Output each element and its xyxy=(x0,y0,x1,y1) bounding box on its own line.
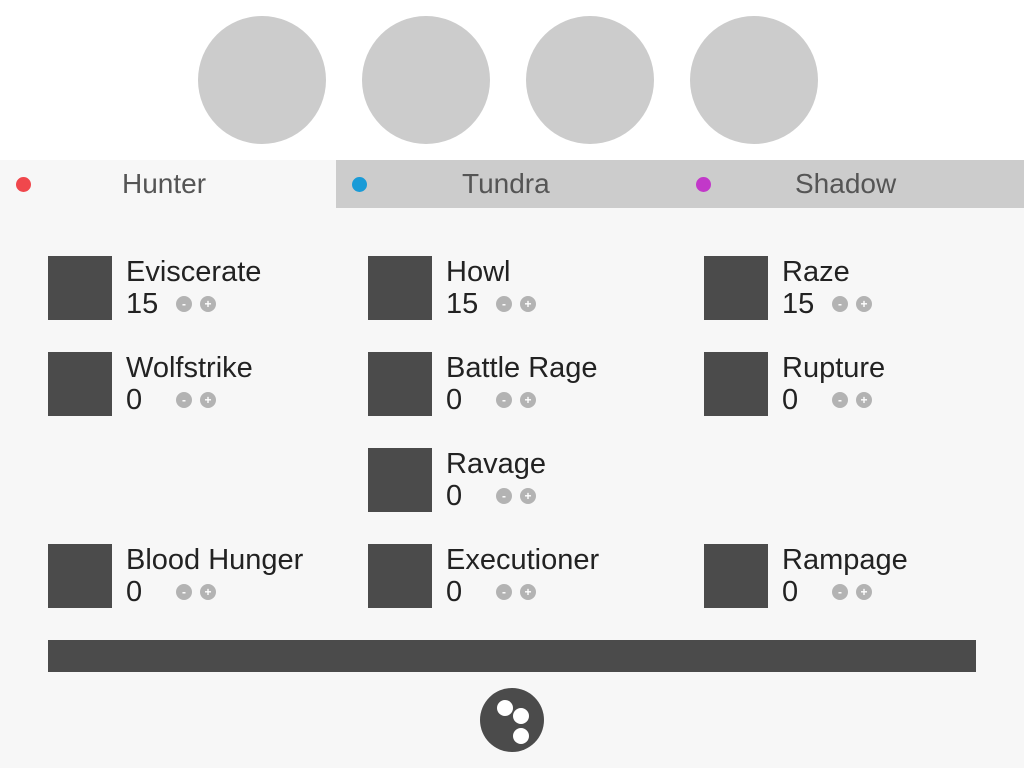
increase-rank-button[interactable]: + xyxy=(200,584,216,600)
talent-eviscerate: Eviscerate 15 - + xyxy=(48,256,348,320)
decrease-rank-button[interactable]: - xyxy=(496,584,512,600)
increase-rank-button[interactable]: + xyxy=(520,488,536,504)
talent-icon[interactable] xyxy=(704,352,768,416)
decrease-rank-button[interactable]: - xyxy=(496,488,512,504)
talent-rupture: Rupture 0 - + xyxy=(704,352,1004,416)
talent-blood-hunger: Blood Hunger 0 - + xyxy=(48,544,348,608)
talent-rank: 0 xyxy=(446,576,463,608)
decrease-rank-button[interactable]: - xyxy=(832,584,848,600)
talent-rank: 0 xyxy=(782,576,799,608)
talent-rank: 0 xyxy=(782,384,799,416)
talent-icon[interactable] xyxy=(48,544,112,608)
talent-icon[interactable] xyxy=(48,352,112,416)
increase-rank-button[interactable]: + xyxy=(520,392,536,408)
increase-rank-button[interactable]: + xyxy=(520,296,536,312)
talent-name: Rampage xyxy=(782,544,908,576)
increase-rank-button[interactable]: + xyxy=(520,584,536,600)
talent-name: Ravage xyxy=(446,448,546,480)
talent-rank: 15 xyxy=(446,288,479,320)
tab-shadow-label: Shadow xyxy=(795,168,897,199)
talent-name: Rupture xyxy=(782,352,886,384)
talent-name: Howl xyxy=(446,256,511,288)
talent-name: Wolfstrike xyxy=(126,352,253,384)
talent-battle-rage: Battle Rage 0 - + xyxy=(368,352,668,416)
tab-hunter-dot xyxy=(16,177,31,192)
increase-rank-button[interactable]: + xyxy=(200,296,216,312)
tab-hunter[interactable]: Hunter xyxy=(0,160,336,208)
talent-icon[interactable] xyxy=(368,448,432,512)
increase-rank-button[interactable]: + xyxy=(200,392,216,408)
talent-howl: Howl 15 - + xyxy=(368,256,668,320)
equip-slot-4[interactable] xyxy=(690,16,818,144)
decrease-rank-button[interactable]: - xyxy=(496,296,512,312)
talent-ravage: Ravage 0 - + xyxy=(368,448,668,512)
talent-rank: 0 xyxy=(446,384,463,416)
dice-pip xyxy=(497,700,513,716)
tab-tundra-label: Tundra xyxy=(462,168,550,199)
talent-icon[interactable] xyxy=(48,256,112,320)
talent-raze: Raze 15 - + xyxy=(704,256,1004,320)
talent-rank: 15 xyxy=(782,288,815,320)
decrease-rank-button[interactable]: - xyxy=(832,296,848,312)
increase-rank-button[interactable]: + xyxy=(856,296,872,312)
equip-slot-1[interactable] xyxy=(198,16,326,144)
dice-pip xyxy=(513,708,529,724)
progress-bar xyxy=(48,640,976,672)
talent-rank: 0 xyxy=(126,576,143,608)
decrease-rank-button[interactable]: - xyxy=(176,296,192,312)
tab-shadow[interactable]: Shadow xyxy=(680,160,1024,208)
decrease-rank-button[interactable]: - xyxy=(176,584,192,600)
talent-tree-tabs: Hunter Tundra Shadow xyxy=(0,160,1024,208)
talent-icon[interactable] xyxy=(368,352,432,416)
tab-tundra-dot xyxy=(352,177,367,192)
equip-slot-3[interactable] xyxy=(526,16,654,144)
talent-name: Raze xyxy=(782,256,850,288)
talent-icon[interactable] xyxy=(368,256,432,320)
dice-pip xyxy=(513,728,529,744)
talent-rank: 0 xyxy=(446,480,463,512)
decrease-rank-button[interactable]: - xyxy=(496,392,512,408)
equip-slot-2[interactable] xyxy=(362,16,490,144)
dice-icon[interactable] xyxy=(480,688,544,752)
talent-name: Eviscerate xyxy=(126,256,262,288)
talent-icon[interactable] xyxy=(368,544,432,608)
tab-shadow-dot xyxy=(696,177,711,192)
talent-name: Battle Rage xyxy=(446,352,598,384)
talent-name: Blood Hunger xyxy=(126,544,304,576)
talent-rank: 0 xyxy=(126,384,143,416)
talent-icon[interactable] xyxy=(704,256,768,320)
increase-rank-button[interactable]: + xyxy=(856,392,872,408)
tab-hunter-label: Hunter xyxy=(122,168,207,199)
talent-wolfstrike: Wolfstrike 0 - + xyxy=(48,352,348,416)
increase-rank-button[interactable]: + xyxy=(856,584,872,600)
talent-rank: 15 xyxy=(126,288,159,320)
talent-rampage: Rampage 0 - + xyxy=(704,544,1004,608)
equipped-slots-area xyxy=(0,0,1024,160)
decrease-rank-button[interactable]: - xyxy=(832,392,848,408)
decrease-rank-button[interactable]: - xyxy=(176,392,192,408)
tab-tundra[interactable]: Tundra xyxy=(336,160,680,208)
talent-name: Executioner xyxy=(446,544,600,576)
talent-icon[interactable] xyxy=(704,544,768,608)
progress-bar-fill xyxy=(48,640,976,672)
talent-executioner: Executioner 0 - + xyxy=(368,544,668,608)
